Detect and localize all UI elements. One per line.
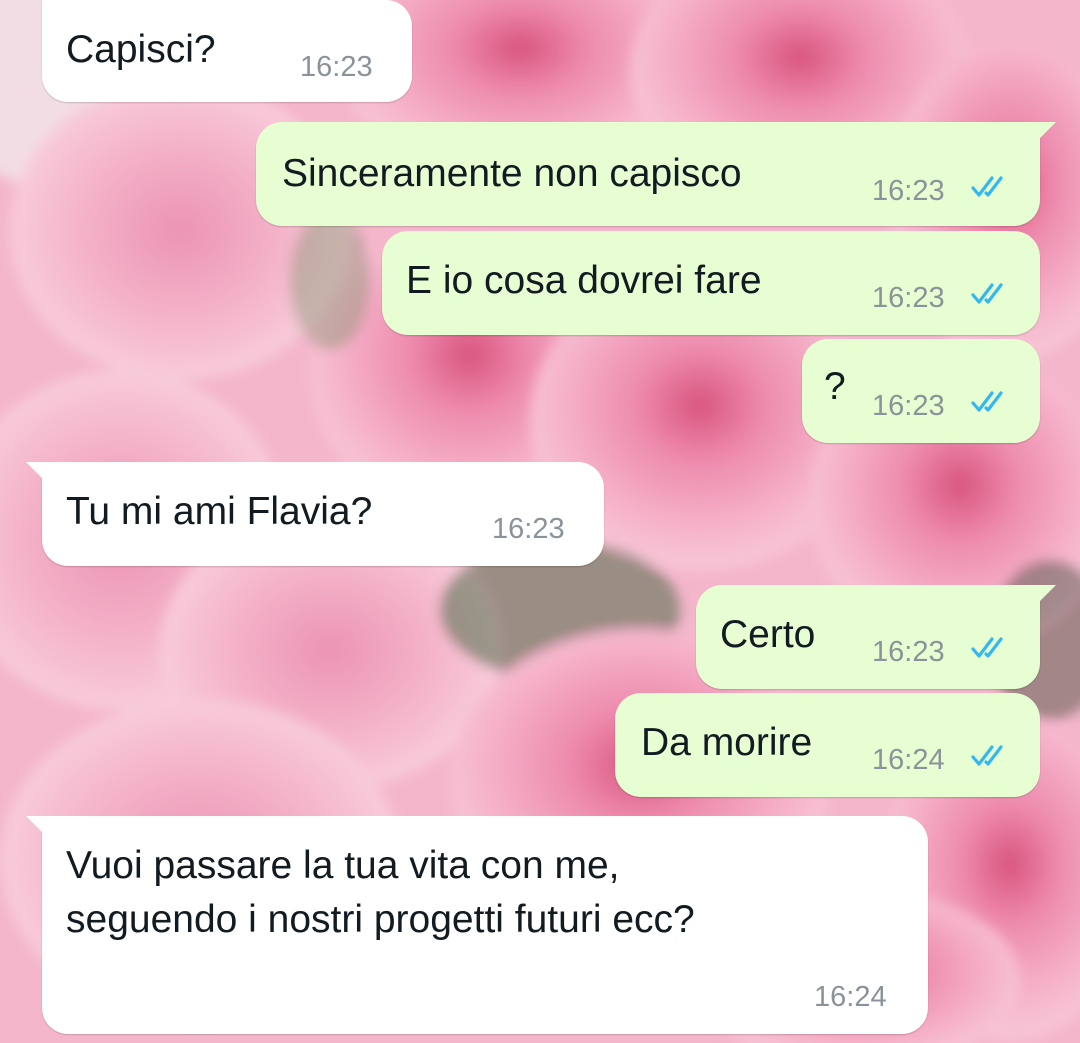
message-timestamp: 16:23	[492, 513, 565, 545]
message-text: ?	[824, 365, 846, 408]
message-timestamp: 16:23	[872, 390, 945, 422]
message-timestamp: 16:23	[872, 636, 945, 668]
message-text: Certo	[720, 613, 816, 656]
incoming-message-bubble[interactable]: Capisci? 16:23	[42, 0, 412, 102]
read-receipt-icon	[971, 391, 1003, 412]
message-text: Da morire	[641, 721, 813, 764]
incoming-message-bubble[interactable]: Tu mi ami Flavia? 16:23	[26, 462, 604, 566]
message-timestamp: 16:24	[814, 981, 887, 1013]
outgoing-message-bubble[interactable]: E io cosa dovrei fare 16:23	[382, 231, 1040, 335]
bubble-tail	[26, 462, 48, 484]
message-text-line: seguendo i nostri progetti futuri ecc?	[66, 898, 695, 941]
message-timestamp: 16:23	[300, 51, 373, 83]
bubble-tail	[1034, 585, 1056, 607]
message-text-line: Vuoi passare la tua vita con me,	[66, 844, 620, 887]
message-timestamp: 16:24	[872, 744, 945, 776]
incoming-message-bubble[interactable]: Vuoi passare la tua vita con me, seguend…	[26, 816, 928, 1034]
outgoing-message-bubble[interactable]: ? 16:23	[802, 339, 1040, 443]
outgoing-message-bubble[interactable]: Certo 16:23	[696, 585, 1056, 689]
message-text: Tu mi ami Flavia?	[66, 490, 373, 533]
read-receipt-icon	[971, 745, 1003, 766]
message-text: Sinceramente non capisco	[282, 152, 742, 195]
message-timestamp: 16:23	[872, 175, 945, 207]
message-text: Capisci?	[66, 28, 216, 71]
read-receipt-icon	[971, 283, 1003, 304]
read-receipt-icon	[971, 176, 1003, 197]
bubble-tail	[26, 816, 48, 838]
bubble-tail	[1034, 122, 1056, 144]
outgoing-message-bubble[interactable]: Sinceramente non capisco 16:23	[256, 122, 1056, 226]
read-receipt-icon	[971, 637, 1003, 658]
outgoing-message-bubble[interactable]: Da morire 16:24	[615, 693, 1040, 797]
message-timestamp: 16:23	[872, 282, 945, 314]
message-text: E io cosa dovrei fare	[406, 259, 762, 302]
chat-message-list[interactable]: Capisci? 16:23 Sinceramente non capisco …	[0, 0, 1080, 1043]
